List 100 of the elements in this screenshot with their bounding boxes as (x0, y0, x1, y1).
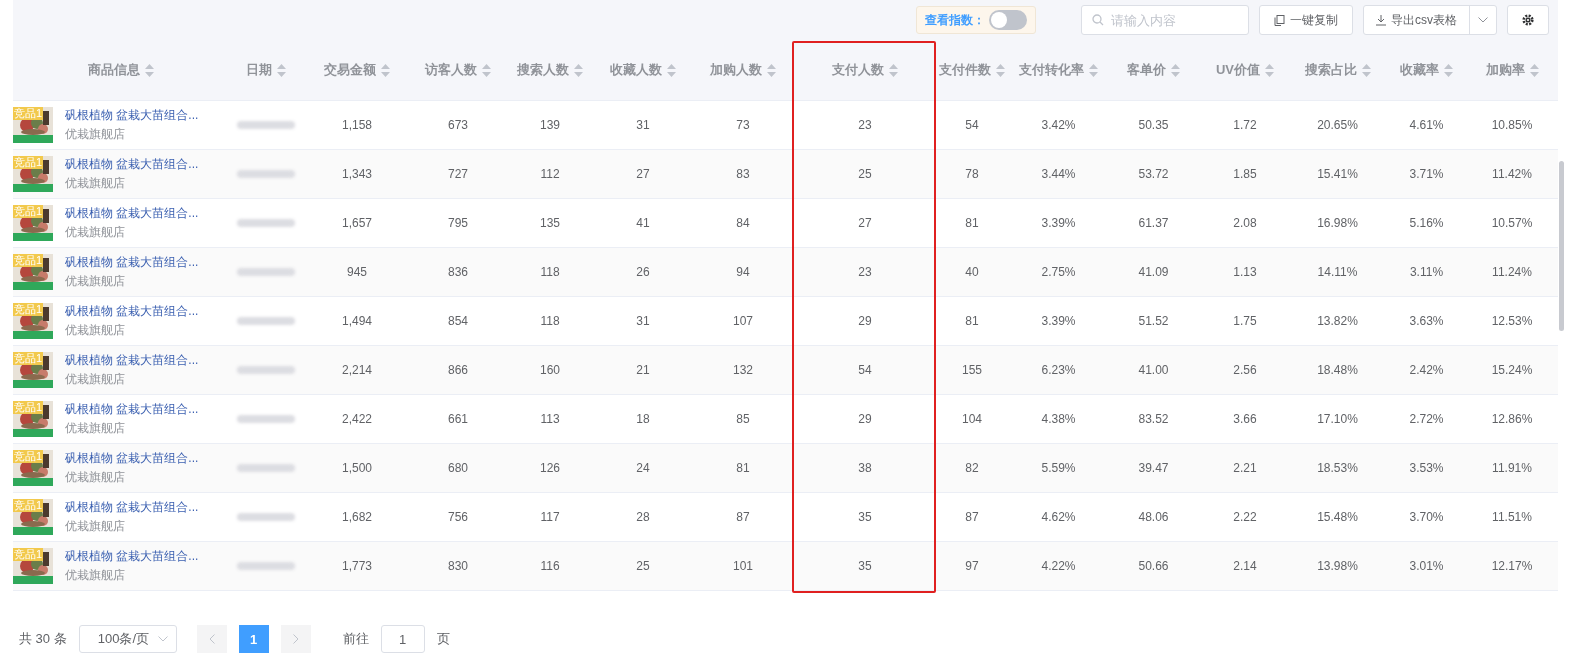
blurred-date (236, 366, 295, 374)
table-cell: 28 (636, 510, 650, 524)
column-header[interactable]: 加购率 (1485, 61, 1525, 79)
next-page-button[interactable] (280, 625, 311, 653)
table-cell: 15.24% (1491, 363, 1533, 377)
table-cell: 39.47 (1138, 461, 1169, 475)
settings-button[interactable] (1507, 5, 1549, 35)
sort-icon[interactable] (144, 63, 154, 77)
product-title[interactable]: 矾根植物 盆栽大苗组合... (65, 205, 199, 222)
table-cell: 2.72% (1409, 412, 1444, 426)
column-header[interactable]: 支付人数 (832, 61, 884, 79)
table-cell: 78 (965, 167, 979, 181)
column-header[interactable]: 搜索人数 (517, 61, 569, 79)
table-cell: 29 (858, 314, 872, 328)
column-header[interactable]: 客单价 (1127, 61, 1166, 79)
index-switch[interactable] (989, 10, 1027, 30)
column-header[interactable]: 商品信息 (87, 61, 140, 79)
table-cell: 2.42% (1409, 363, 1444, 377)
sort-icon[interactable] (1171, 63, 1180, 77)
shop-name: 优栽旗舰店 (65, 567, 126, 584)
product-title[interactable]: 矾根植物 盆栽大苗组合... (65, 254, 199, 271)
goto-page-field[interactable]: 1 (380, 625, 425, 653)
sort-icon[interactable] (1265, 63, 1275, 77)
product-title[interactable]: 矾根植物 盆栽大苗组合... (65, 352, 199, 369)
page-size-select[interactable]: 100条/页 (78, 625, 177, 653)
table-cell: 18.48% (1317, 363, 1358, 377)
table-cell: 14.11% (1317, 265, 1358, 279)
table-cell: 11.24% (1492, 265, 1532, 279)
sort-icon[interactable] (996, 63, 1005, 77)
table-cell: 673 (448, 118, 468, 132)
table-cell: 2.75% (1041, 265, 1076, 279)
copy-button[interactable]: 一键复制 (1259, 5, 1353, 35)
table-cell: 25 (636, 559, 650, 573)
shop-name: 优栽旗舰店 (65, 224, 126, 241)
column-header[interactable]: 加购人数 (710, 61, 762, 79)
column-header[interactable]: UV价值 (1215, 61, 1261, 79)
table-cell: 117 (540, 510, 560, 524)
sort-icon[interactable] (767, 63, 776, 77)
table-cell: 61.37 (1138, 216, 1169, 230)
table-cell: 126 (540, 461, 560, 475)
sort-icon[interactable] (1361, 63, 1371, 77)
table-cell: 73 (736, 118, 750, 132)
product-title[interactable]: 矾根植物 盆栽大苗组合... (65, 401, 199, 418)
table-cell: 48.06 (1138, 510, 1169, 524)
table-cell: 50.35 (1138, 118, 1169, 132)
column-header[interactable]: 支付件数 (939, 61, 991, 79)
search-field[interactable]: 请输入内容 (1081, 5, 1249, 35)
product-badge: 竞品1 (13, 499, 44, 512)
table-cell: 756 (448, 510, 468, 524)
table-cell: 84 (736, 216, 750, 230)
table-cell: 27 (636, 167, 650, 181)
table-cell: 81 (965, 216, 979, 230)
sort-icon[interactable] (1089, 63, 1098, 77)
table-cell: 4.38% (1041, 412, 1076, 426)
table-cell: 118 (540, 314, 560, 328)
product-title[interactable]: 矾根植物 盆栽大苗组合... (65, 548, 199, 565)
page-button[interactable]: 1 (238, 625, 269, 653)
table-cell: 94 (736, 265, 750, 279)
sort-icon[interactable] (574, 63, 583, 77)
product-title[interactable]: 矾根植物 盆栽大苗组合... (65, 107, 199, 124)
column-header[interactable]: 日期 (245, 61, 272, 79)
copy-icon (1274, 14, 1285, 26)
product-title[interactable]: 矾根植物 盆栽大苗组合... (65, 156, 199, 173)
sort-icon[interactable] (1529, 63, 1539, 77)
table-cell: 160 (540, 363, 560, 377)
column-header[interactable]: 收藏率 (1400, 61, 1439, 79)
product-title[interactable]: 矾根植物 盆栽大苗组合... (65, 450, 199, 467)
product-title[interactable]: 矾根植物 盆栽大苗组合... (65, 303, 199, 320)
column-header[interactable]: 搜索占比 (1304, 61, 1357, 79)
column-header[interactable]: 交易金额 (324, 61, 376, 79)
sort-icon[interactable] (381, 63, 390, 77)
sort-icon[interactable] (482, 63, 491, 77)
column-header[interactable]: 支付转化率 (1019, 61, 1084, 79)
table-cell: 16.98% (1317, 216, 1358, 230)
table-cell: 661 (448, 412, 468, 426)
sort-icon[interactable] (889, 63, 898, 77)
table-cell: 116 (540, 559, 560, 573)
table-cell: 3.66 (1233, 412, 1257, 426)
table-cell: 680 (448, 461, 468, 475)
product-badge: 竞品1 (13, 548, 44, 561)
table-cell: 18.53% (1317, 461, 1358, 475)
sort-icon[interactable] (276, 63, 286, 77)
table-cell: 17.10% (1317, 412, 1358, 426)
blurred-date (236, 268, 295, 276)
column-header[interactable]: 收藏人数 (610, 61, 662, 79)
prev-page-button[interactable] (196, 625, 227, 653)
shop-name: 优栽旗舰店 (65, 518, 126, 535)
column-header[interactable]: 访客人数 (425, 61, 477, 79)
table-cell: 81 (965, 314, 979, 328)
table-cell: 1,500 (342, 461, 372, 475)
table-cell: 3.44% (1041, 167, 1076, 181)
scrollbar[interactable] (1559, 161, 1564, 331)
table-cell: 945 (347, 265, 367, 279)
sort-icon[interactable] (1444, 63, 1453, 77)
total-count: 共 30 条 (19, 630, 67, 648)
sort-icon[interactable] (667, 63, 676, 77)
table-cell: 3.39% (1041, 314, 1076, 328)
product-title[interactable]: 矾根植物 盆栽大苗组合... (65, 499, 199, 516)
table-cell: 53.72 (1138, 167, 1169, 181)
blurred-date (236, 513, 295, 521)
